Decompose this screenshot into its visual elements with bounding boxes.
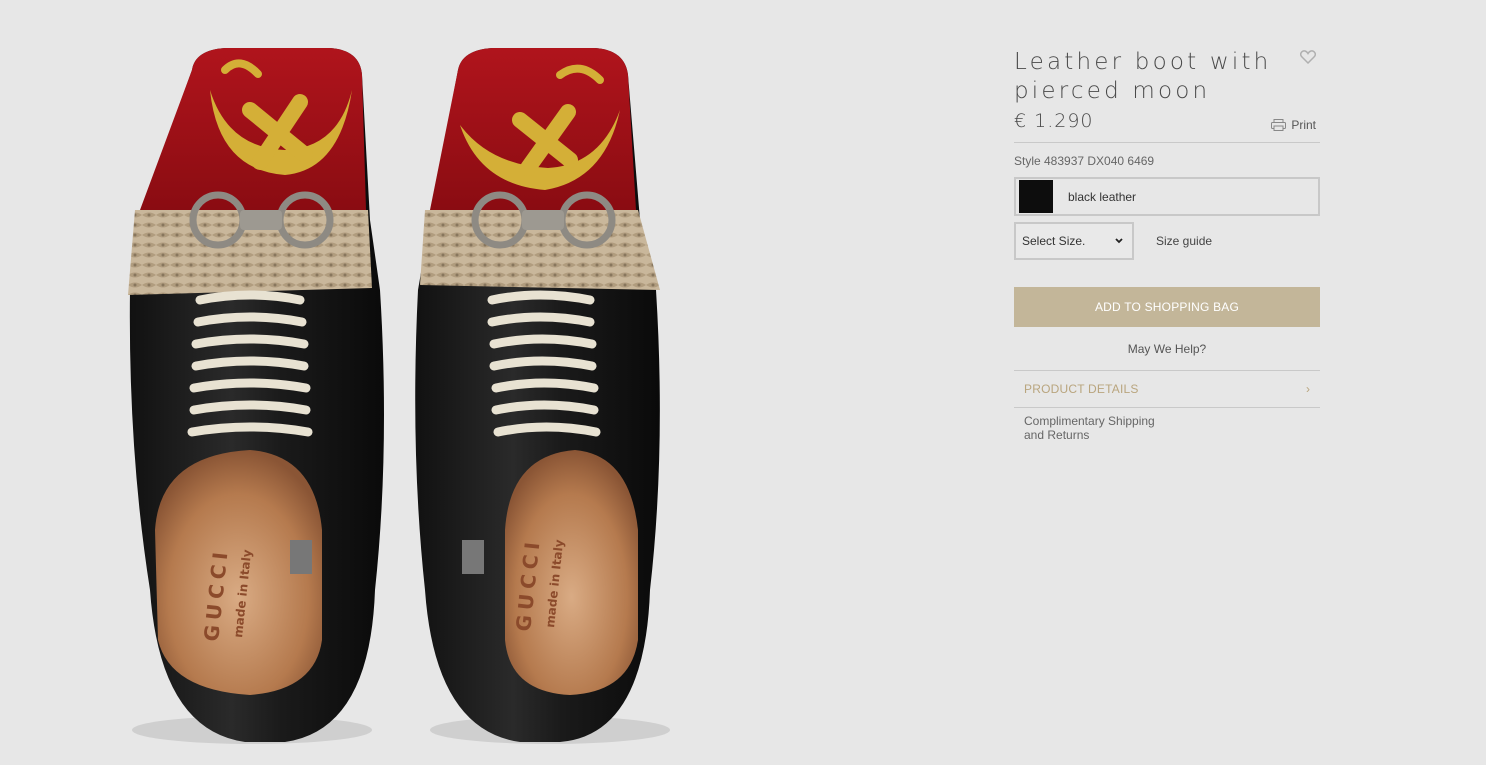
- add-to-bag-button[interactable]: ADD TO SHOPPING BAG: [1014, 287, 1320, 327]
- product-details-label: PRODUCT DETAILS: [1024, 382, 1139, 396]
- chevron-right-icon: ›: [1306, 382, 1310, 396]
- size-select[interactable]: Select Size.: [1014, 222, 1134, 260]
- shipping-note: Complimentary Shipping and Returns: [1024, 414, 1155, 442]
- page: GUCCI made in Italy GUCCI made in Italy …: [0, 0, 1486, 765]
- size-select-value: Select Size.: [1022, 234, 1086, 248]
- print-button[interactable]: Print: [1271, 118, 1316, 132]
- product-title: Leather boot with pierced moon: [1014, 49, 1272, 104]
- product-image: GUCCI made in Italy GUCCI made in Italy: [128, 48, 670, 744]
- color-label: black leather: [1068, 189, 1137, 204]
- color-swatch: [1019, 180, 1053, 213]
- price-row: € 1.290 Print: [1014, 110, 1320, 143]
- wishlist-button[interactable]: [1299, 50, 1317, 65]
- size-row: Select Size. Size guide: [1014, 222, 1320, 260]
- color-selector[interactable]: black leather: [1014, 177, 1320, 216]
- heart-outline-icon: [1299, 50, 1317, 65]
- chevron-down-icon: [1115, 238, 1123, 244]
- size-guide-link[interactable]: Size guide: [1156, 234, 1212, 248]
- product-price: € 1.290: [1014, 110, 1094, 132]
- product-panel: Leather boot with pierced moon € 1.290 P…: [1014, 48, 1320, 442]
- right-shoe: GUCCI made in Italy: [415, 48, 660, 742]
- style-number: Style 483937 DX040 6469: [1014, 154, 1155, 168]
- printer-icon: [1271, 119, 1287, 131]
- print-label: Print: [1291, 118, 1316, 132]
- left-shoe: GUCCI made in Italy: [128, 48, 384, 742]
- may-we-help-link[interactable]: May We Help?: [1014, 342, 1320, 356]
- product-details-toggle[interactable]: PRODUCT DETAILS ›: [1014, 370, 1320, 408]
